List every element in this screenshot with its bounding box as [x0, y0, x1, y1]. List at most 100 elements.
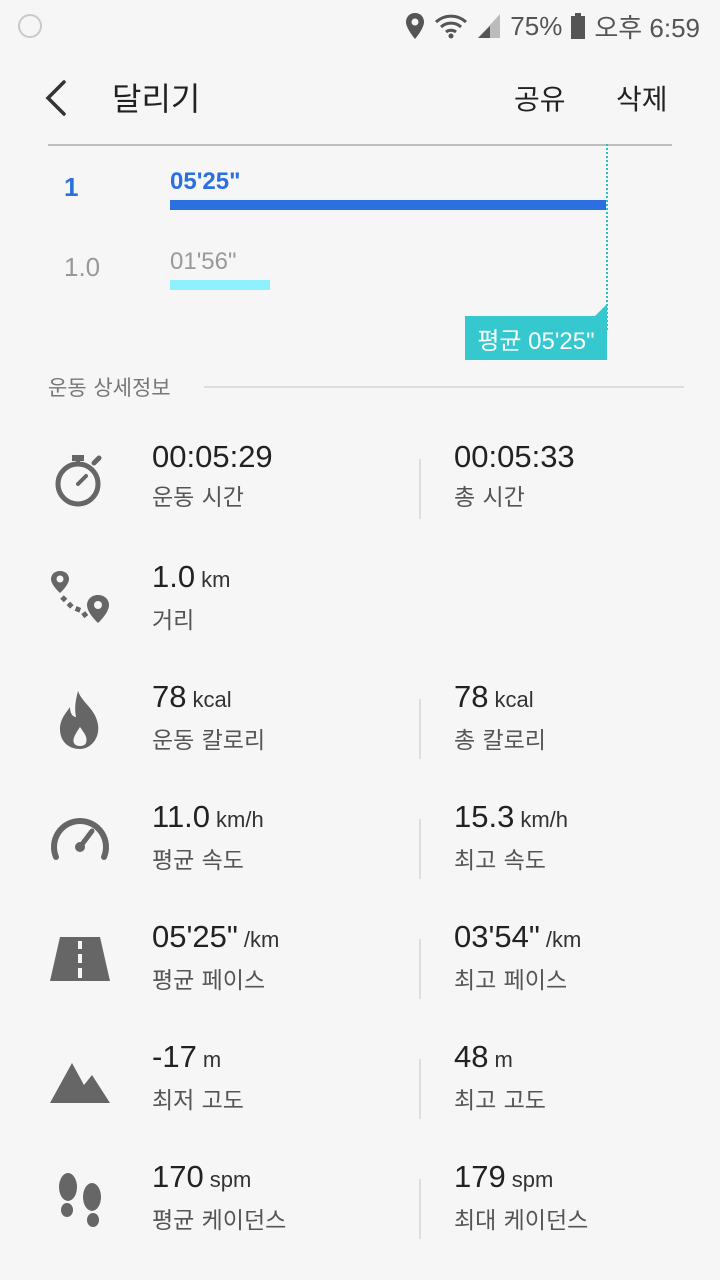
stat-divider	[419, 699, 421, 759]
stat-unit: m	[202, 1047, 222, 1072]
footprints-icon	[48, 1167, 112, 1231]
stat-unit: kcal	[494, 687, 534, 712]
stat-value-line: -17 m	[152, 1037, 244, 1080]
stat-value: 15.3	[454, 799, 515, 834]
signal-icon	[478, 14, 501, 38]
stat-unit: spm	[511, 1167, 554, 1192]
stat-unit: spm	[209, 1167, 252, 1192]
share-button[interactable]: 공유	[514, 78, 566, 118]
lap-number: 1.0	[64, 252, 101, 282]
stat-row: 1.0 km 거리	[0, 557, 720, 657]
stat-value: 48	[454, 1039, 489, 1074]
page-title: 달리기	[112, 80, 201, 118]
stat-row: -17 m 최저 고도 48 m 최고 고도	[0, 1037, 720, 1137]
stat-right: 48 m 최고 고도	[454, 1037, 546, 1116]
app-bar: 달리기 공유 삭제	[0, 52, 720, 144]
stat-row: 78 kcal 운동 칼로리 78 kcal 총 칼로리	[0, 677, 720, 777]
app-notification-icon	[18, 14, 42, 38]
road-icon	[48, 927, 112, 991]
stat-label: 최저 고도	[152, 1088, 244, 1114]
stat-value-line: 170 spm	[152, 1157, 286, 1200]
stat-value-line: 05'25"/km	[152, 917, 279, 960]
stat-label: 운동 칼로리	[152, 728, 266, 754]
stat-value: 11.0	[152, 799, 211, 834]
stat-unit: m	[494, 1047, 513, 1072]
lap-bar	[170, 280, 270, 290]
stat-value: 03'54"	[454, 919, 540, 954]
wifi-icon	[435, 14, 468, 39]
section-divider	[204, 386, 684, 388]
speedometer-icon	[48, 807, 112, 871]
stat-left: 1.0 km 거리	[152, 557, 230, 636]
stat-value-line: 179 spm	[454, 1157, 588, 1200]
stat-left: 11.0 km/h 평균 속도	[152, 797, 264, 876]
stat-value: 1.0	[152, 559, 196, 594]
stat-label: 최대 케이던스	[454, 1208, 589, 1234]
flame-icon	[48, 687, 112, 751]
stat-label: 최고 속도	[454, 848, 546, 874]
stat-left: 170 spm 평균 케이던스	[152, 1157, 286, 1236]
stat-value-line: 15.3 km/h	[454, 797, 568, 840]
average-line	[606, 144, 608, 330]
lap-number: 1	[64, 172, 79, 202]
stat-value-line: 00:05:33	[454, 437, 575, 477]
stat-label: 평균 페이스	[152, 968, 266, 994]
stat-value-line: 1.0 km	[152, 557, 230, 600]
stat-unit: km	[201, 567, 231, 592]
stat-divider	[419, 459, 421, 519]
delete-button[interactable]: 삭제	[616, 78, 668, 118]
stat-label: 평균 케이던스	[152, 1208, 287, 1234]
status-time: 오후 6:59	[594, 12, 700, 43]
stat-right: 78 kcal 총 칼로리	[454, 677, 546, 756]
stat-unit: km/h	[520, 807, 569, 832]
stat-label: 총 시간	[454, 485, 525, 511]
stat-value-line: 00:05:29	[152, 437, 273, 477]
lap-bar	[170, 200, 606, 210]
stat-row: 11.0 km/h 평균 속도 15.3 km/h 최고 속도	[0, 797, 720, 897]
stat-left: 78 kcal 운동 칼로리	[152, 677, 265, 756]
stat-divider	[419, 819, 421, 879]
battery-icon	[571, 13, 586, 39]
section-title: 운동 상세정보	[48, 376, 171, 400]
stat-divider	[419, 1059, 421, 1119]
stat-right: 00:05:33 총 시간	[454, 437, 575, 513]
stat-value: 78	[454, 679, 489, 714]
stat-left: 00:05:29 운동 시간	[152, 437, 273, 513]
status-bar: 75% 오후 6:59	[0, 0, 720, 52]
stat-value: 179	[454, 1159, 506, 1194]
stat-label: 총 칼로리	[454, 728, 546, 754]
stat-value-line: 11.0 km/h	[152, 797, 264, 840]
stat-unit: /km	[243, 927, 280, 952]
stat-unit: /km	[545, 927, 582, 952]
location-icon	[406, 13, 425, 39]
stat-row: 170 spm 평균 케이던스 179 spm 최대 케이던스	[0, 1157, 720, 1257]
stat-row: 05'25"/km 평균 페이스 03'54"/km 최고 페이스	[0, 917, 720, 1017]
stat-divider	[419, 1179, 421, 1239]
mountain-icon	[48, 1047, 112, 1111]
stat-value-line: 03'54"/km	[454, 917, 581, 960]
stopwatch-icon	[48, 447, 112, 511]
stat-label: 평균 속도	[152, 848, 244, 874]
stat-value-line: 78 kcal	[454, 677, 546, 720]
stat-right: 179 spm 최대 케이던스	[454, 1157, 588, 1236]
stat-value-line: 78 kcal	[152, 677, 265, 720]
battery-percent: 75%	[510, 10, 563, 41]
stat-value: 78	[152, 679, 187, 714]
stat-label: 운동 시간	[152, 485, 244, 511]
stat-label: 거리	[152, 608, 195, 634]
average-pace-tag: 평균 05'25"	[465, 304, 607, 360]
route-icon	[48, 567, 112, 631]
stat-left: 05'25"/km 평균 페이스	[152, 917, 279, 996]
stat-right: 03'54"/km 최고 페이스	[454, 917, 581, 996]
stat-value: -17	[152, 1039, 197, 1074]
stat-unit: kcal	[192, 687, 232, 712]
stat-label: 최고 고도	[454, 1088, 546, 1114]
status-icons: 75% 오후 6:59	[404, 8, 700, 44]
stat-value: 00:05:33	[454, 439, 575, 474]
stat-right: 15.3 km/h 최고 속도	[454, 797, 568, 876]
back-arrow-icon[interactable]	[34, 72, 82, 124]
stat-unit: km/h	[216, 807, 264, 832]
lap-time: 01'56"	[170, 248, 237, 275]
stat-label: 최고 페이스	[454, 968, 568, 994]
stat-value-line: 48 m	[454, 1037, 546, 1080]
